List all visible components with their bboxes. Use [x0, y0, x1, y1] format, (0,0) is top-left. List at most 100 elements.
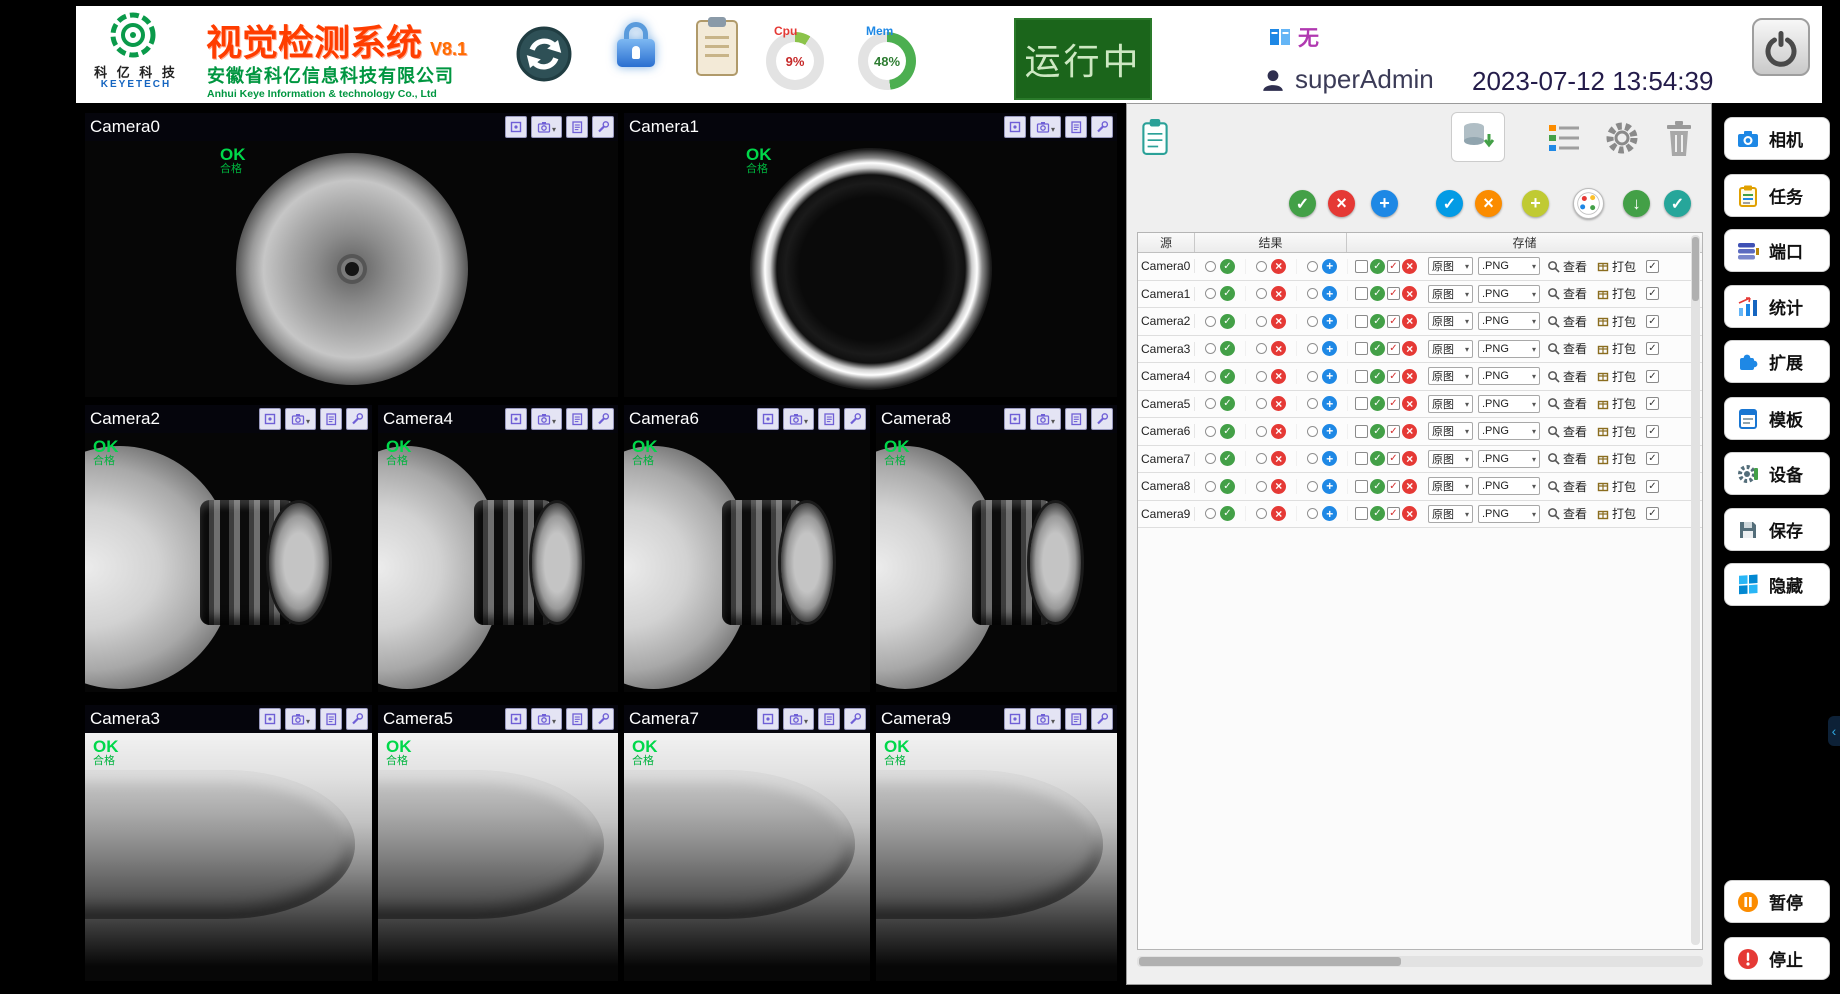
- image-type-select[interactable]: 原图: [1428, 340, 1473, 358]
- image-type-select[interactable]: 原图: [1428, 257, 1473, 275]
- result-add-radio[interactable]: [1297, 341, 1348, 356]
- store-ng-checkbox[interactable]: [1387, 452, 1400, 465]
- store-ok-checkbox[interactable]: [1355, 342, 1368, 355]
- row-enable-checkbox[interactable]: [1646, 425, 1659, 438]
- settings-wrench-icon[interactable]: [1091, 408, 1113, 430]
- store-ng-checkbox[interactable]: [1387, 287, 1400, 300]
- settings-wrench-icon[interactable]: [346, 408, 368, 430]
- snapshot-camera-icon[interactable]: [285, 408, 316, 430]
- sidebar-item-save[interactable]: 保存: [1724, 508, 1830, 551]
- pack-button[interactable]: 打包: [1597, 368, 1645, 385]
- image-type-select[interactable]: 原图: [1428, 477, 1473, 495]
- result-ok-radio[interactable]: [1195, 451, 1246, 466]
- capture-region-icon[interactable]: [757, 408, 779, 430]
- result-ng-radio[interactable]: [1246, 286, 1297, 301]
- settings-wrench-icon[interactable]: [346, 708, 368, 730]
- result-ng-radio[interactable]: [1246, 479, 1297, 494]
- horizontal-scrollbar[interactable]: [1137, 956, 1703, 967]
- view-button[interactable]: 查看: [1547, 478, 1597, 495]
- image-type-select[interactable]: 原图: [1428, 450, 1473, 468]
- row-enable-checkbox[interactable]: [1646, 452, 1659, 465]
- report-list-icon[interactable]: [1065, 116, 1087, 138]
- sidebar-item-statistics[interactable]: 统计: [1724, 285, 1830, 328]
- result-add-radio[interactable]: [1297, 424, 1348, 439]
- capture-region-icon[interactable]: [259, 708, 281, 730]
- file-format-select[interactable]: .PNG: [1478, 450, 1540, 468]
- stop-button[interactable]: 停止: [1724, 937, 1830, 980]
- snapshot-camera-icon[interactable]: [1030, 408, 1061, 430]
- result-ng-radio[interactable]: [1246, 369, 1297, 384]
- report-list-icon[interactable]: [818, 408, 840, 430]
- select-all-add-button[interactable]: [1371, 190, 1398, 217]
- sidebar-item-camera[interactable]: 相机: [1724, 117, 1830, 160]
- report-list-icon[interactable]: [1065, 408, 1087, 430]
- file-format-select[interactable]: .PNG: [1478, 312, 1540, 330]
- sidebar-item-device[interactable]: 设备: [1724, 452, 1830, 495]
- result-ng-radio[interactable]: [1246, 314, 1297, 329]
- row-enable-checkbox[interactable]: [1646, 287, 1659, 300]
- result-ng-radio[interactable]: [1246, 451, 1297, 466]
- settings-wrench-icon[interactable]: [844, 708, 866, 730]
- view-button[interactable]: 查看: [1547, 450, 1597, 467]
- settings-wrench-icon[interactable]: [1091, 708, 1113, 730]
- file-format-select[interactable]: .PNG: [1478, 340, 1540, 358]
- capture-region-icon[interactable]: [1004, 408, 1026, 430]
- log-list-button[interactable]: [1543, 120, 1585, 156]
- collapse-panel-arrow[interactable]: ‹: [1828, 716, 1840, 746]
- sidebar-item-task[interactable]: 任务: [1724, 174, 1830, 217]
- capture-region-icon[interactable]: [757, 708, 779, 730]
- row-enable-checkbox[interactable]: [1646, 370, 1659, 383]
- report-list-icon[interactable]: [320, 708, 342, 730]
- report-list-icon[interactable]: [1065, 708, 1087, 730]
- report-list-icon[interactable]: [566, 408, 588, 430]
- snapshot-camera-icon[interactable]: [285, 708, 316, 730]
- select-all-ok-button[interactable]: [1289, 190, 1316, 217]
- snapshot-camera-icon[interactable]: [1030, 116, 1061, 138]
- result-add-radio[interactable]: [1297, 314, 1348, 329]
- row-enable-checkbox[interactable]: [1646, 315, 1659, 328]
- store-ng-checkbox[interactable]: [1387, 260, 1400, 273]
- result-ok-radio[interactable]: [1195, 259, 1246, 274]
- store-ok-checkbox[interactable]: [1355, 287, 1368, 300]
- settings-wrench-icon[interactable]: [844, 408, 866, 430]
- sidebar-item-extension[interactable]: 扩展: [1724, 340, 1830, 383]
- row-enable-checkbox[interactable]: [1646, 397, 1659, 410]
- settings-wrench-icon[interactable]: [592, 116, 614, 138]
- capture-region-icon[interactable]: [505, 708, 527, 730]
- row-enable-checkbox[interactable]: [1646, 260, 1659, 273]
- result-ok-radio[interactable]: [1195, 506, 1246, 521]
- result-add-radio[interactable]: [1297, 396, 1348, 411]
- store-ng-checkbox[interactable]: [1387, 397, 1400, 410]
- result-ng-radio[interactable]: [1246, 259, 1297, 274]
- image-type-select[interactable]: 原图: [1428, 422, 1473, 440]
- store-ok-checkbox[interactable]: [1355, 452, 1368, 465]
- settings-gear-button[interactable]: [1599, 116, 1645, 160]
- result-ok-radio[interactable]: [1195, 396, 1246, 411]
- view-button[interactable]: 查看: [1547, 313, 1597, 330]
- capture-region-icon[interactable]: [259, 408, 281, 430]
- result-ok-radio[interactable]: [1195, 369, 1246, 384]
- result-add-radio[interactable]: [1297, 479, 1348, 494]
- result-ok-radio[interactable]: [1195, 314, 1246, 329]
- settings-wrench-icon[interactable]: [592, 408, 614, 430]
- snapshot-camera-icon[interactable]: [531, 116, 562, 138]
- add-all-button[interactable]: [1522, 190, 1549, 217]
- store-ok-checkbox[interactable]: [1355, 315, 1368, 328]
- sidebar-item-port[interactable]: 端口: [1724, 229, 1830, 272]
- check-all-button[interactable]: [1436, 190, 1463, 217]
- file-format-select[interactable]: .PNG: [1478, 285, 1540, 303]
- result-ng-radio[interactable]: [1246, 396, 1297, 411]
- result-add-radio[interactable]: [1297, 369, 1348, 384]
- store-ng-checkbox[interactable]: [1387, 507, 1400, 520]
- clipboard-icon[interactable]: [696, 20, 738, 76]
- image-type-select[interactable]: 原图: [1428, 395, 1473, 413]
- vertical-scrollbar[interactable]: [1691, 235, 1700, 945]
- report-list-icon[interactable]: [818, 708, 840, 730]
- store-ok-checkbox[interactable]: [1355, 397, 1368, 410]
- report-list-icon[interactable]: [566, 708, 588, 730]
- snapshot-camera-icon[interactable]: [531, 708, 562, 730]
- settings-wrench-icon[interactable]: [1091, 116, 1113, 138]
- pack-button[interactable]: 打包: [1597, 478, 1645, 495]
- capture-region-icon[interactable]: [505, 116, 527, 138]
- image-type-select[interactable]: 原图: [1428, 367, 1473, 385]
